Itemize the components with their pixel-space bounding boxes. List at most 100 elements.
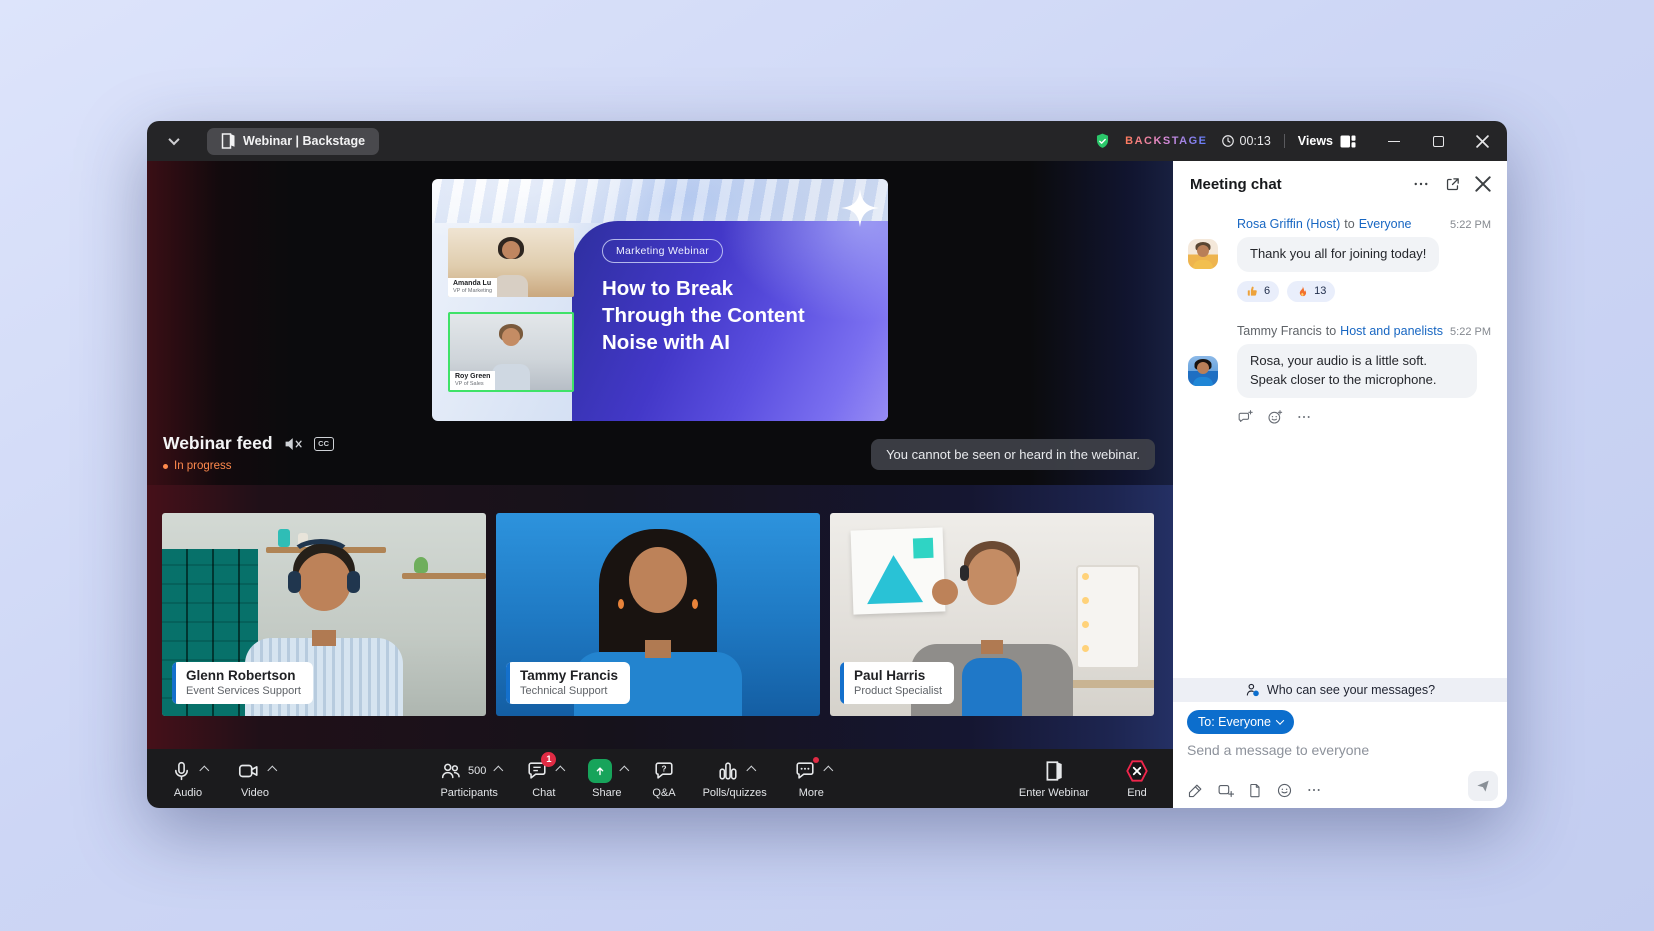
chevron-up-icon[interactable] <box>199 766 209 776</box>
mini-head <box>502 241 520 259</box>
chevron-up-icon[interactable] <box>494 766 504 776</box>
sparkle-icon <box>841 189 879 227</box>
tab-webinar-backstage[interactable]: Webinar | Backstage <box>207 128 379 155</box>
participant-video-paul: Paul Harris Product Specialist <box>830 513 1154 716</box>
participant-name: Tammy Francis <box>520 668 618 683</box>
ellipsis-icon <box>1296 409 1312 425</box>
share-label: Share <box>592 787 621 799</box>
emoji-button[interactable] <box>1276 782 1293 799</box>
audio-button[interactable]: Audio <box>171 759 205 799</box>
chevron-up-icon[interactable] <box>556 766 566 776</box>
share-button[interactable]: Share <box>588 759 625 799</box>
message-sender[interactable]: Rosa Griffin (Host) <box>1237 217 1340 231</box>
quote-reply-button[interactable] <box>1237 409 1254 425</box>
qa-icon: ? <box>653 760 675 782</box>
chat-unread-badge: 1 <box>541 752 556 767</box>
cc-text: CC <box>318 439 329 448</box>
person-visibility-icon <box>1245 682 1261 698</box>
chevron-up-icon[interactable] <box>747 766 757 776</box>
quote-add-icon <box>1237 409 1254 425</box>
titlebar-divider <box>1284 134 1285 148</box>
add-reaction-button[interactable] <box>1267 409 1283 425</box>
video-button[interactable]: Video <box>237 759 273 799</box>
stage-area: Marketing Webinar How to Break Through t… <box>147 161 1173 808</box>
chevron-up-icon[interactable] <box>267 766 277 776</box>
end-button[interactable]: End <box>1125 759 1149 799</box>
send-message-button[interactable] <box>1468 771 1498 801</box>
participants-button[interactable]: 500 Participants <box>439 759 499 799</box>
reaction-thumbs-up[interactable]: 6 <box>1237 281 1279 302</box>
more-button[interactable]: More <box>794 759 829 799</box>
views-button[interactable]: Views <box>1298 134 1356 149</box>
message-input[interactable] <box>1187 742 1457 758</box>
inset-role: VP of Marketing <box>453 288 492 294</box>
emoji-icon <box>1276 782 1293 799</box>
chevron-up-icon[interactable] <box>823 766 833 776</box>
attach-file-button[interactable] <box>1247 782 1263 799</box>
inset-name: Roy Green <box>455 373 490 380</box>
close-chat-button[interactable] <box>1475 176 1491 192</box>
reaction-fire[interactable]: 13 <box>1287 281 1335 302</box>
qa-label: Q&A <box>652 787 675 799</box>
screen-capture-button[interactable] <box>1217 782 1234 799</box>
privacy-banner[interactable]: Who can see your messages? <box>1173 678 1507 702</box>
fire-icon <box>1296 285 1309 298</box>
participants-icon <box>439 760 462 782</box>
capture-add-icon <box>1217 782 1234 799</box>
avatar-torso <box>1193 377 1213 386</box>
mini-torso <box>492 364 530 390</box>
end-hexagon-icon <box>1125 759 1149 783</box>
closed-captions-icon[interactable]: CC <box>314 437 334 451</box>
camera-icon <box>237 760 260 782</box>
notification-dot <box>813 757 819 763</box>
chat-header: Meeting chat <box>1173 161 1507 207</box>
message-sender[interactable]: Tammy Francis <box>1237 324 1322 338</box>
message-recipient[interactable]: Host and panelists <box>1340 324 1443 338</box>
chat-button[interactable]: 1 Chat <box>526 759 561 799</box>
message-time: 5:22 PM <box>1450 326 1491 338</box>
thumbs-up-icon <box>1246 285 1259 298</box>
qa-button[interactable]: ? Q&A <box>652 759 675 799</box>
layout-grid-icon <box>1340 134 1356 149</box>
compose-area: To: Everyone <box>1173 702 1507 808</box>
video-label: Video <box>241 787 269 799</box>
polls-button[interactable]: Polls/quizzes <box>703 759 767 799</box>
participant-video-tammy: Tammy Francis Technical Support <box>496 513 820 716</box>
chat-title: Meeting chat <box>1190 176 1282 193</box>
close-icon <box>1475 176 1491 192</box>
reaction-count: 13 <box>1314 285 1326 297</box>
door-icon <box>221 133 235 149</box>
format-pen-icon <box>1187 782 1204 799</box>
pop-out-chat-button[interactable] <box>1444 176 1461 193</box>
minimize-button[interactable] <box>1387 134 1401 148</box>
chat-more-options-button[interactable] <box>1412 175 1430 193</box>
meeting-timer: 00:13 <box>1221 134 1271 148</box>
enter-webinar-label: Enter Webinar <box>1019 787 1089 799</box>
collapse-chevron-button[interactable] <box>163 130 185 152</box>
compose-more-button[interactable] <box>1306 782 1322 799</box>
format-text-button[interactable] <box>1187 782 1204 799</box>
slide-swirl-band <box>432 179 888 223</box>
name-tag-glenn: Glenn Robertson Event Services Support <box>172 662 313 704</box>
message-more-button[interactable] <box>1296 409 1312 425</box>
close-window-button[interactable] <box>1475 134 1489 148</box>
chevron-down-icon <box>168 134 179 145</box>
avatar-head <box>1197 362 1209 374</box>
enter-webinar-button[interactable]: Enter Webinar <box>1019 759 1089 799</box>
recipient-selector[interactable]: To: Everyone <box>1187 710 1294 734</box>
person-tshirt <box>962 658 1022 716</box>
message-recipient[interactable]: Everyone <box>1359 217 1412 231</box>
mini-head <box>502 328 520 346</box>
person-neck <box>981 640 1003 654</box>
name-tag-paul: Paul Harris Product Specialist <box>840 662 954 704</box>
slide-pill: Marketing Webinar <box>602 239 723 263</box>
speaker-muted-icon[interactable] <box>284 436 303 452</box>
inset-role: VP of Sales <box>455 381 490 387</box>
enter-door-icon <box>1045 760 1063 782</box>
maximize-button[interactable] <box>1431 134 1445 148</box>
status-dot <box>163 464 168 469</box>
timer-value: 00:13 <box>1240 134 1271 148</box>
inset-video-amanda: Amanda Lu VP of Marketing <box>448 228 574 297</box>
message-time: 5:22 PM <box>1450 219 1491 231</box>
chevron-up-icon[interactable] <box>620 766 630 776</box>
